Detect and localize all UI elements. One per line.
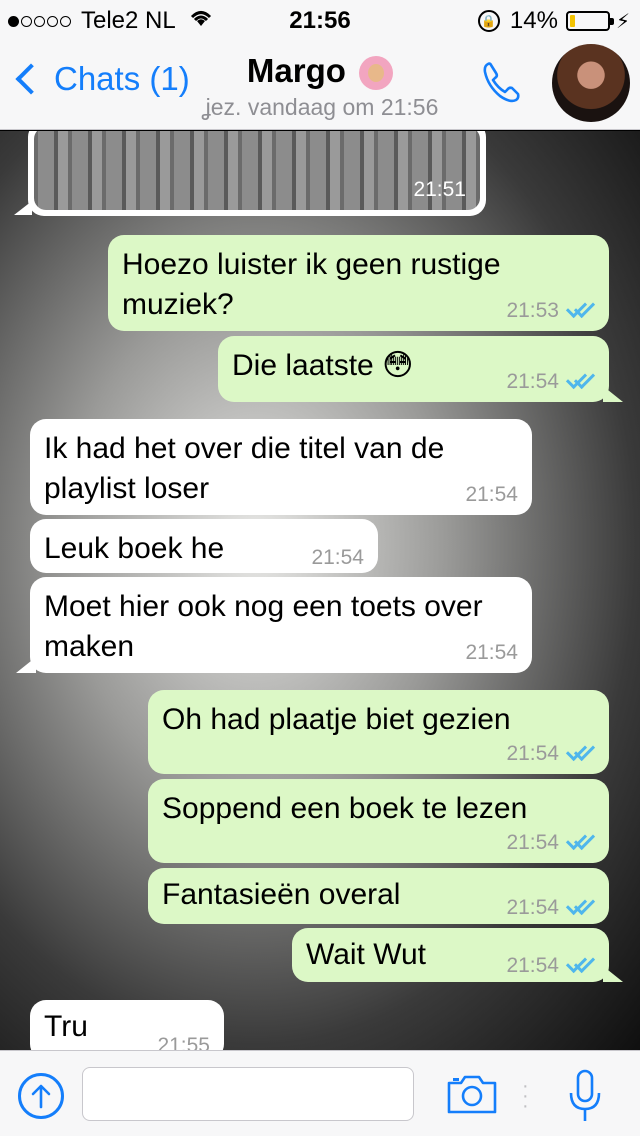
battery-fill xyxy=(569,15,575,27)
chat-header: Chats (1) Margo ʝez. vandaag om 21:56 xyxy=(0,40,640,130)
message-time: 21:54 xyxy=(506,954,559,977)
camera-icon[interactable] xyxy=(446,1073,498,1115)
separator-icon: · · · xyxy=(522,1075,529,1117)
message-meta: 21:53 xyxy=(506,299,595,323)
bubble-tail xyxy=(603,966,623,982)
double-check-icon xyxy=(565,899,595,917)
double-check-icon xyxy=(565,834,595,852)
message-bubble-outgoing[interactable]: Hoezo luister ik geen rustige muziek? 21… xyxy=(108,235,609,331)
phone-icon[interactable] xyxy=(478,58,526,106)
upload-arrow-icon[interactable] xyxy=(18,1073,64,1119)
bubble-tail xyxy=(16,657,36,673)
message-bubble-incoming[interactable]: Leuk boek he 21:54 xyxy=(30,519,378,573)
charging-icon: ⚡ xyxy=(615,10,630,33)
rotation-lock-icon: 🔒 xyxy=(477,10,500,32)
avatar[interactable] xyxy=(552,44,630,122)
woman-gesturing-emoji-icon xyxy=(359,56,394,91)
last-seen: ʝez. vandaag om 21:56 xyxy=(201,94,439,120)
message-text: Ik had het over die titel van de playlis… xyxy=(44,432,445,505)
contact-title[interactable]: Margo xyxy=(0,52,640,91)
message-text: Soppend een boek te lezen xyxy=(162,792,528,825)
microphone-icon[interactable] xyxy=(568,1069,602,1125)
message-bubble-outgoing[interactable]: Die laatste 😳 21:54 xyxy=(218,336,623,402)
message-bubble-incoming[interactable]: Tru 21:55 xyxy=(30,1000,224,1050)
contact-name: Margo xyxy=(246,52,346,89)
message-text: Moet hier ook nog een toets over maken xyxy=(44,590,483,663)
message-bubble-outgoing[interactable]: Wait Wut 21:54 xyxy=(292,928,623,982)
message-meta: 21:54 xyxy=(506,742,595,766)
message-meta: 21:54 xyxy=(506,831,595,855)
message-time: 21:54 xyxy=(506,370,559,393)
message-bubble-outgoing[interactable]: Soppend een boek te lezen 21:54 xyxy=(148,779,609,863)
battery-tip xyxy=(609,18,614,25)
chat-area[interactable]: 21:51 Hoezo luister ik geen rustige muzi… xyxy=(0,131,640,1050)
bubble-tail xyxy=(603,386,623,402)
message-meta: 21:54 xyxy=(506,896,595,920)
message-time: 21:54 xyxy=(506,831,559,854)
message-time: 21:55 xyxy=(157,1034,210,1050)
message-time: 21:54 xyxy=(311,546,364,569)
message-bubble-outgoing[interactable]: Oh had plaatje biet gezien 21:54 xyxy=(148,690,609,774)
double-check-icon xyxy=(565,745,595,763)
message-meta: 21:54 xyxy=(465,483,518,507)
battery-icon xyxy=(565,11,614,31)
message-bubble-incoming[interactable]: Ik had het over die titel van de playlis… xyxy=(30,419,532,515)
message-time: 21:54 xyxy=(506,896,559,919)
message-meta: 21:54 xyxy=(465,641,518,665)
message-time: 21:54 xyxy=(506,742,559,765)
message-time: 21:53 xyxy=(506,299,559,322)
message-meta: 21:55 xyxy=(157,1034,210,1050)
composer-bar: · · · xyxy=(0,1050,640,1136)
message-meta: 21:54 xyxy=(506,370,595,394)
message-bubble-outgoing[interactable]: Fantasieën overal 21:54 xyxy=(148,868,609,924)
message-text: Oh had plaatje biet gezien xyxy=(162,703,511,736)
message-input[interactable] xyxy=(82,1067,414,1121)
message-time: 21:54 xyxy=(465,483,518,506)
message-time: 21:54 xyxy=(465,641,518,664)
message-meta: 21:54 xyxy=(506,954,595,978)
battery-percent: 14% xyxy=(509,7,558,34)
status-bar: Tele2 NL 21:56 🔒 14% ⚡ xyxy=(0,0,640,40)
status-right: 🔒 14% ⚡ xyxy=(477,7,630,35)
double-check-icon xyxy=(565,302,595,320)
message-meta: 21:54 xyxy=(311,546,364,570)
double-check-icon xyxy=(565,957,595,975)
double-check-icon xyxy=(565,373,595,391)
shared-photo[interactable]: 21:51 xyxy=(34,131,480,210)
bubble-tail xyxy=(14,201,32,215)
image-message[interactable]: 21:51 xyxy=(28,131,486,216)
message-bubble-incoming[interactable]: Moet hier ook nog een toets over maken 2… xyxy=(16,577,532,673)
message-time: 21:51 xyxy=(413,178,466,201)
